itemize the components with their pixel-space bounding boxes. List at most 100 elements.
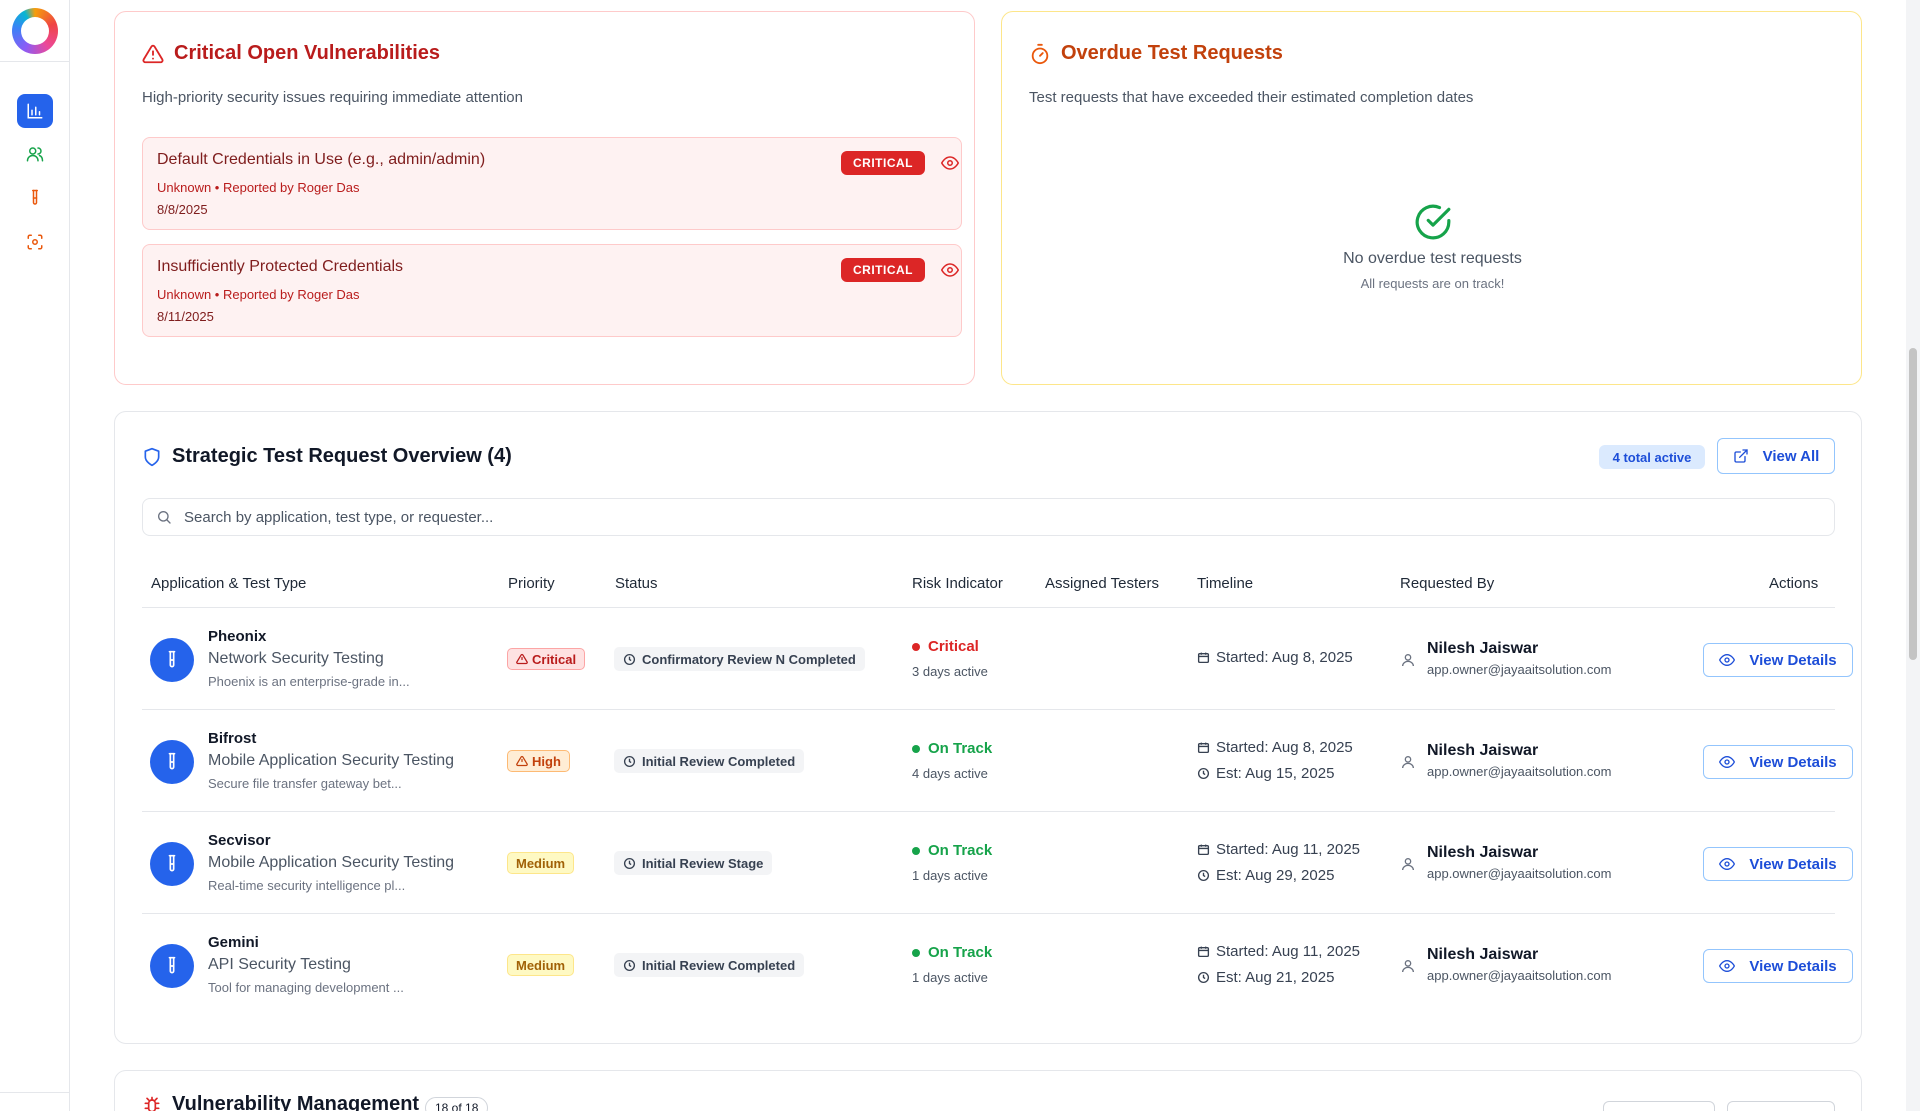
eye-icon bbox=[1719, 959, 1736, 973]
overdue-requests-subtitle: Test requests that have exceeded their e… bbox=[1029, 89, 1474, 106]
search-box[interactable] bbox=[142, 498, 1835, 536]
app-description: Tool for managing development ... bbox=[208, 980, 404, 995]
view-details-button[interactable]: View Details bbox=[1703, 847, 1853, 881]
column-header-testers: Assigned Testers bbox=[1045, 575, 1159, 592]
view-details-label: View Details bbox=[1749, 753, 1837, 771]
empty-state-subtitle: All requests are on track! bbox=[1360, 276, 1505, 291]
test-type: Mobile Application Security Testing bbox=[208, 854, 455, 871]
alert-triangle-icon bbox=[516, 755, 528, 767]
priority-badge: Medium bbox=[507, 852, 575, 874]
view-details-button[interactable]: View Details bbox=[1703, 949, 1853, 983]
view-all-label: View All bbox=[1762, 447, 1820, 465]
sidebar-item-scanner[interactable] bbox=[17, 225, 53, 259]
alert-triangle-icon bbox=[142, 44, 164, 63]
requester-name: Nilesh Jaiswar bbox=[1427, 640, 1539, 657]
eye-icon bbox=[1719, 653, 1736, 667]
table-row: Secvisor Mobile Application Security Tes… bbox=[142, 812, 1853, 914]
sidebar-divider-bottom bbox=[0, 1092, 70, 1093]
sidebar-item-users[interactable] bbox=[17, 137, 53, 171]
days-active: 1 days active bbox=[912, 970, 988, 985]
shield-icon bbox=[144, 447, 160, 466]
vulnerability-title: Insufficiently Protected Credentials bbox=[157, 258, 404, 275]
app-name: Pheonix bbox=[208, 628, 267, 645]
app-name: Bifrost bbox=[208, 730, 257, 747]
requester-name: Nilesh Jaiswar bbox=[1427, 946, 1539, 963]
app-avatar bbox=[150, 842, 194, 886]
severity-badge: CRITICAL bbox=[841, 151, 925, 175]
vulnerability-date: 8/11/2025 bbox=[157, 309, 214, 324]
vulnerability-management-title: Vulnerability Management bbox=[172, 1093, 420, 1111]
app-logo[interactable] bbox=[12, 8, 58, 54]
status-label: Initial Review Completed bbox=[642, 753, 796, 769]
severity-badge: CRITICAL bbox=[841, 258, 925, 282]
vulnerability-date: 8/8/2025 bbox=[157, 202, 208, 217]
calendar-icon bbox=[1197, 652, 1210, 664]
eye-icon[interactable] bbox=[941, 261, 959, 279]
vulnerability-item[interactable]: Insufficiently Protected Credentials Unk… bbox=[142, 244, 962, 337]
view-details-label: View Details bbox=[1749, 855, 1837, 873]
timeline-started: Started: Aug 11, 2025 bbox=[1197, 841, 1360, 858]
app-description: Secure file transfer gateway bet... bbox=[208, 776, 402, 791]
toolbar-button[interactable] bbox=[1603, 1101, 1715, 1111]
timer-icon bbox=[1031, 43, 1049, 64]
sidebar-item-dashboard[interactable] bbox=[17, 94, 53, 128]
risk-label: Critical bbox=[928, 638, 979, 655]
total-active-badge: 4 total active bbox=[1599, 445, 1705, 469]
overdue-requests-header: Overdue Test Requests bbox=[1029, 42, 1283, 65]
test-type: Mobile Application Security Testing bbox=[208, 752, 455, 769]
column-header-timeline: Timeline bbox=[1197, 575, 1254, 592]
days-active: 3 days active bbox=[912, 664, 988, 679]
scrollbar-thumb[interactable] bbox=[1909, 348, 1917, 660]
sidebar-item-test-requests[interactable] bbox=[17, 181, 53, 215]
test-type: Network Security Testing bbox=[208, 650, 384, 667]
status-badge: Initial Review Completed bbox=[614, 749, 805, 773]
app-avatar bbox=[150, 944, 194, 988]
column-header-application: Application & Test Type bbox=[151, 575, 307, 592]
toolbar-button[interactable] bbox=[1727, 1101, 1835, 1111]
user-icon bbox=[1402, 858, 1414, 871]
alert-triangle-icon bbox=[516, 653, 528, 665]
search-input[interactable] bbox=[184, 508, 1784, 526]
view-details-button[interactable]: View Details bbox=[1703, 745, 1853, 779]
started-date: Started: Aug 8, 2025 bbox=[1216, 739, 1353, 756]
critical-vulnerabilities-title: Critical Open Vulnerabilities bbox=[174, 42, 440, 64]
risk-label: On Track bbox=[928, 944, 993, 961]
calendar-icon bbox=[1197, 742, 1210, 754]
app-description: Real-time security intelligence pl... bbox=[208, 878, 406, 893]
vulnerability-item[interactable]: Default Credentials in Use (e.g., admin/… bbox=[142, 137, 962, 230]
sidebar-divider bbox=[0, 61, 70, 62]
status-badge: Confirmatory Review N Completed bbox=[614, 647, 865, 671]
view-details-button[interactable]: View Details bbox=[1703, 643, 1853, 677]
strategic-overview-header: Strategic Test Request Overview (4) bbox=[142, 445, 512, 468]
clock-icon bbox=[623, 959, 636, 971]
risk-dot bbox=[912, 948, 920, 957]
priority-badge: High bbox=[507, 750, 570, 772]
user-icon bbox=[1402, 960, 1414, 973]
started-date: Started: Aug 11, 2025 bbox=[1216, 943, 1361, 960]
test-tube-icon bbox=[168, 854, 176, 872]
column-header-actions: Actions bbox=[1769, 575, 1819, 592]
priority-badge: Critical bbox=[507, 648, 586, 670]
test-type: API Security Testing bbox=[208, 956, 351, 973]
estimated-date: Est: Aug 29, 2025 bbox=[1216, 867, 1335, 884]
days-active: 4 days active bbox=[912, 766, 988, 781]
requester-email: app.owner@jayaaitsolution.com bbox=[1427, 866, 1612, 881]
view-all-button[interactable]: View All bbox=[1717, 438, 1835, 474]
risk-label: On Track bbox=[928, 842, 993, 859]
page-scrollbar[interactable] bbox=[1906, 0, 1920, 1111]
started-date: Started: Aug 8, 2025 bbox=[1216, 649, 1353, 666]
eye-icon bbox=[1719, 755, 1736, 769]
test-tube-icon bbox=[32, 189, 38, 205]
risk-dot bbox=[912, 642, 920, 651]
clock-icon bbox=[1197, 767, 1210, 780]
vulnerability-meta: Unknown • Reported by Roger Das bbox=[157, 180, 360, 195]
timeline-estimated: Est: Aug 15, 2025 bbox=[1197, 765, 1334, 782]
eye-icon[interactable] bbox=[941, 154, 959, 172]
strategic-overview-card: Strategic Test Request Overview (4) 4 to… bbox=[114, 411, 1862, 1044]
critical-vulnerabilities-card: Critical Open Vulnerabilities High-prior… bbox=[114, 11, 975, 385]
vulnerability-title: Default Credentials in Use (e.g., admin/… bbox=[157, 151, 486, 168]
app-name: Gemini bbox=[208, 934, 259, 951]
clock-icon bbox=[1197, 869, 1210, 882]
column-header-status: Status bbox=[615, 575, 658, 592]
app-name: Secvisor bbox=[208, 832, 271, 849]
